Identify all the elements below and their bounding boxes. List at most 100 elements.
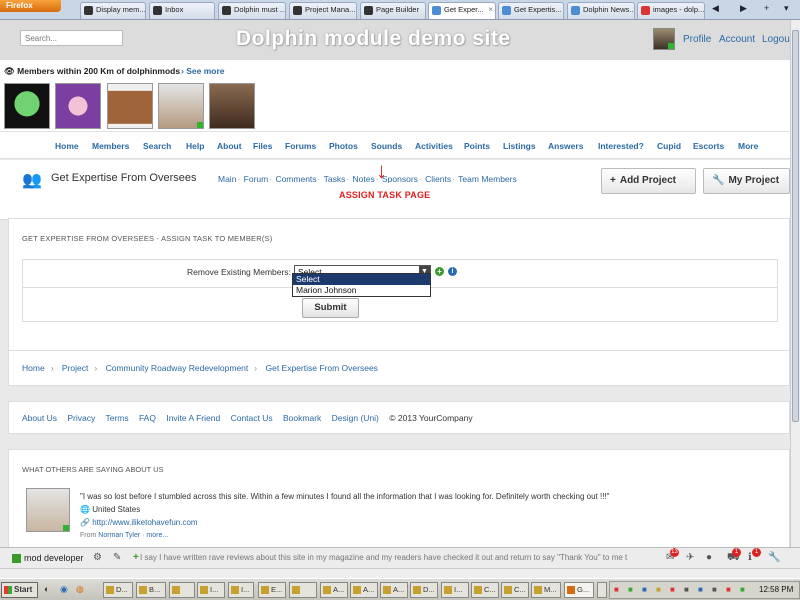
start-button[interactable]: Start	[1, 582, 38, 598]
nav-listings[interactable]: Listings	[503, 141, 536, 151]
footer-contact[interactable]: Contact Us	[231, 413, 273, 423]
edit-icon[interactable]: ✎	[113, 552, 121, 563]
firefox-menu-button[interactable]: Firefox	[0, 0, 61, 12]
breadcrumb-project[interactable]: Project	[62, 363, 88, 373]
nav-more[interactable]: More	[738, 141, 758, 151]
add-project-button[interactable]: + Add Project	[601, 168, 696, 194]
tab-list-icon[interactable]: ▾	[784, 3, 789, 14]
taskbar-item[interactable]: I...	[441, 582, 469, 598]
info-icon[interactable]: i	[448, 267, 457, 276]
browser-tab[interactable]: Dolphin must ...	[218, 2, 286, 19]
browser-tab[interactable]: images - dolp...	[637, 2, 705, 19]
footer-about[interactable]: About Us	[22, 413, 57, 423]
member-thumbnail[interactable]	[4, 83, 50, 129]
taskbar-item[interactable]: I...	[197, 582, 225, 598]
wrench-icon[interactable]: 🔧	[768, 552, 780, 563]
taskbar-item[interactable]: D...	[103, 582, 133, 598]
taskbar-item[interactable]: A...	[350, 582, 378, 598]
browser-tab[interactable]: Project Mana...	[289, 2, 357, 19]
browser-tab[interactable]: Get Expertis...	[498, 2, 564, 19]
taskbar-item[interactable]: C...	[501, 582, 529, 598]
nav-forums[interactable]: Forums	[285, 141, 316, 151]
taskbar-item[interactable]: E...	[258, 582, 286, 598]
nav-search[interactable]: Search	[143, 141, 171, 151]
testimonial-url[interactable]: 🔗 http://www.iliketohavefun.com	[80, 518, 198, 527]
nav-photos[interactable]: Photos	[329, 141, 358, 151]
nav-answers[interactable]: Answers	[548, 141, 583, 151]
author-link[interactable]: Norman Tyler	[98, 532, 140, 539]
tray-icon[interactable]: ■	[656, 585, 661, 594]
nav-escorts[interactable]: Escorts	[693, 141, 724, 151]
nav-help[interactable]: Help	[186, 141, 204, 151]
quicklaunch-icon[interactable]: ◉	[60, 584, 68, 595]
nav-about[interactable]: About	[217, 141, 242, 151]
nav-cupid[interactable]: Cupid	[657, 141, 681, 151]
add-icon[interactable]: +	[435, 267, 444, 276]
testimonial-avatar[interactable]	[26, 488, 70, 532]
browser-tab[interactable]: Page Builder	[360, 2, 426, 19]
member-thumbnail[interactable]	[55, 83, 101, 129]
tray-icon[interactable]: ■	[614, 585, 619, 594]
tray-icon[interactable]: ■	[670, 585, 675, 594]
vertical-scrollbar[interactable]	[790, 20, 800, 547]
person-icon[interactable]: ●	[706, 552, 712, 563]
browser-tab[interactable]: Display mem...	[80, 2, 146, 19]
browser-tab-active[interactable]: Get Exper... ×	[428, 2, 496, 19]
footer-faq[interactable]: FAQ	[139, 413, 156, 423]
nav-members[interactable]: Members	[92, 141, 129, 151]
taskbar-item[interactable]: D...	[410, 582, 438, 598]
submenu-forum[interactable]: Forum	[244, 174, 269, 184]
browser-tab[interactable]: Dolphin News...	[567, 2, 635, 19]
account-link[interactable]: Account	[719, 34, 755, 45]
see-more-link[interactable]: › See more	[181, 66, 224, 76]
taskbar-item[interactable]	[597, 582, 607, 598]
footer-bookmark[interactable]: Bookmark	[283, 413, 321, 423]
taskbar-item[interactable]: A...	[320, 582, 348, 598]
footer-design[interactable]: Design (Uni)	[332, 413, 379, 423]
user-avatar[interactable]	[653, 28, 675, 50]
footer-privacy[interactable]: Privacy	[67, 413, 95, 423]
dropdown-option[interactable]: Select	[293, 274, 430, 285]
quicklaunch-icon[interactable]: ◐	[44, 584, 49, 594]
horizontal-scrollbar[interactable]	[0, 568, 800, 578]
tray-icon[interactable]: ■	[684, 585, 689, 594]
plus-icon[interactable]: +	[133, 552, 139, 563]
nav-home[interactable]: Home	[55, 141, 79, 151]
breadcrumb-roadway[interactable]: Community Roadway Redevelopment	[106, 363, 249, 373]
quicklaunch-icon[interactable]: ◍	[76, 584, 84, 595]
tray-icon[interactable]: ■	[698, 585, 703, 594]
taskbar-item[interactable]	[169, 582, 195, 598]
member-thumbnail[interactable]	[158, 83, 204, 129]
member-name[interactable]: mod developer	[24, 553, 84, 563]
nav-files[interactable]: Files	[253, 141, 272, 151]
taskbar-item[interactable]	[289, 582, 317, 598]
tab-scroll-right-icon[interactable]: ▶	[740, 3, 747, 14]
browser-tab[interactable]: Inbox	[149, 2, 215, 19]
tray-icon[interactable]: ■	[642, 585, 647, 594]
taskbar-item[interactable]: B...	[136, 582, 166, 598]
tray-icon[interactable]: ■	[726, 585, 731, 594]
taskbar-item-active[interactable]: G...	[564, 582, 594, 598]
scrollbar-thumb[interactable]	[792, 30, 799, 422]
tray-icon[interactable]: ■	[628, 585, 633, 594]
submit-button[interactable]: Submit	[302, 298, 359, 318]
more-link[interactable]: more...	[146, 532, 168, 539]
nav-sounds[interactable]: Sounds	[371, 141, 402, 151]
submenu-team-members[interactable]: Team Members	[458, 174, 517, 184]
member-thumbnail[interactable]	[209, 83, 255, 129]
search-input[interactable]	[20, 30, 123, 46]
nav-activities[interactable]: Activities	[415, 141, 453, 151]
member-thumbnail[interactable]	[107, 83, 153, 129]
gear-icon[interactable]: ⚙	[93, 552, 102, 563]
footer-terms[interactable]: Terms	[105, 413, 128, 423]
submenu-main[interactable]: Main	[218, 174, 236, 184]
my-project-button[interactable]: 🔧 My Project	[703, 168, 790, 194]
dropdown-option[interactable]: Marion Johnson	[293, 285, 430, 296]
tab-scroll-left-icon[interactable]: ◀	[712, 3, 719, 14]
tab-close-icon[interactable]: ×	[488, 5, 493, 14]
tray-icon[interactable]: ■	[712, 585, 717, 594]
tray-icon[interactable]: ■	[740, 585, 745, 594]
breadcrumb-current[interactable]: Get Expertise From Oversees	[266, 363, 378, 373]
taskbar-item[interactable]: I...	[228, 582, 254, 598]
profile-link[interactable]: Profile	[683, 34, 711, 45]
